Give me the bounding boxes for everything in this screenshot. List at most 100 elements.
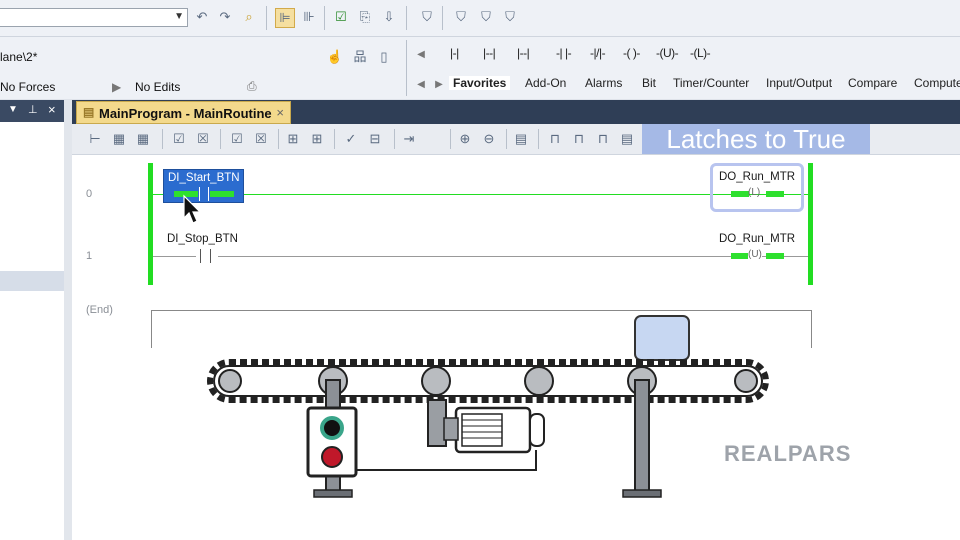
online-edit-icon[interactable]: ☑ xyxy=(332,8,350,26)
undo-icon[interactable]: ↶ xyxy=(193,8,211,26)
prev-bookmark-icon[interactable]: ⊓ xyxy=(594,130,612,148)
otu-instruction[interactable]: -(U)- xyxy=(656,46,679,60)
path-combo[interactable]: ▼ xyxy=(0,8,188,27)
test-icon[interactable]: ⊞ xyxy=(308,130,326,148)
palette-scroll-left-icon[interactable]: ◀ xyxy=(412,46,430,64)
chevron-right-icon[interactable]: ▶ xyxy=(112,80,121,94)
energized-indicator xyxy=(766,253,784,259)
tab-timer-counter[interactable]: Timer/Counter xyxy=(673,76,749,90)
support-foot xyxy=(313,489,353,498)
chevron-down-icon[interactable]: ▼ xyxy=(8,104,18,115)
brand-logo: REALPARS xyxy=(724,441,852,466)
toolbar-separator xyxy=(266,6,267,30)
redo-icon[interactable]: ↷ xyxy=(216,8,234,26)
shield-icon[interactable]: ⛉ xyxy=(418,8,436,26)
organizer-selected-row[interactable] xyxy=(0,271,64,291)
pointer-icon[interactable]: ☝ xyxy=(326,48,344,66)
roller xyxy=(218,369,242,393)
support-foot xyxy=(622,489,662,498)
network-icon[interactable]: 品 xyxy=(351,48,369,66)
motor-endcap xyxy=(529,413,545,447)
finalize-icon[interactable]: ⇥ xyxy=(400,130,418,148)
next-bookmark-icon[interactable]: ⊓ xyxy=(570,130,588,148)
clear-bookmarks-icon[interactable]: ▤ xyxy=(618,130,636,148)
forces-status[interactable]: No Forces ▶ xyxy=(0,80,130,94)
chevron-down-icon[interactable]: ▼ xyxy=(174,11,184,22)
energized-indicator xyxy=(210,191,234,197)
add-rung-icon[interactable]: ⊢ xyxy=(86,130,104,148)
tab-compute[interactable]: Compute xyxy=(914,76,960,90)
untest-icon[interactable]: ⊟ xyxy=(366,130,384,148)
branch-level-instruction[interactable]: |--| xyxy=(483,46,496,60)
verify-controller-icon[interactable]: ⊪ xyxy=(300,8,318,26)
accept-edit-icon[interactable]: ⎘ xyxy=(356,8,374,26)
roller xyxy=(734,369,758,393)
motor-shaft xyxy=(443,417,459,441)
rung-1-output-tag[interactable]: DO_Run_MTR xyxy=(719,233,795,245)
rung-1-input-tag[interactable]: DI_Stop_BTN xyxy=(167,233,238,245)
toolbar-separator xyxy=(278,129,279,149)
rung-0-input-tag[interactable]: DI_Start_BTN xyxy=(168,172,240,184)
tab-bit[interactable]: Bit xyxy=(642,76,656,90)
edits-status[interactable]: No Edits ⎙ xyxy=(135,79,257,94)
tab-compare[interactable]: Compare xyxy=(848,76,897,90)
branch-rung-instruction[interactable]: |--| xyxy=(517,46,530,60)
security-icon[interactable]: ⛉ xyxy=(452,8,470,26)
bookmark-icon[interactable]: ⊓ xyxy=(546,130,564,148)
pane-splitter[interactable] xyxy=(64,100,72,540)
zoom-out-icon[interactable]: ⊖ xyxy=(480,130,498,148)
rung-0-output-tag[interactable]: DO_Run_MTR xyxy=(719,171,795,183)
properties-icon[interactable]: ▤ xyxy=(512,130,530,148)
cancel-edits-icon[interactable]: ☒ xyxy=(252,130,270,148)
start-button xyxy=(320,416,344,440)
accept-edits-icon[interactable]: ☑ xyxy=(228,130,246,148)
latch-coil[interactable]: (L) xyxy=(748,187,760,198)
tabs-scroll-right-icon[interactable]: ▶ xyxy=(430,76,448,94)
pin-icon[interactable]: ⊥ xyxy=(28,103,38,116)
unlock-icon[interactable]: ⛉ xyxy=(501,8,519,26)
tabs-scroll-left-icon[interactable]: ◀ xyxy=(412,76,430,94)
download-icon[interactable]: ⇩ xyxy=(380,8,398,26)
tab-main-routine[interactable]: ▤ MainProgram - MainRoutine × xyxy=(76,101,291,124)
lock-icon: ⎙ xyxy=(247,79,257,93)
xio-instruction[interactable]: -|/|- xyxy=(590,46,606,60)
motor-fins xyxy=(461,413,503,447)
lock-icon[interactable]: ⛉ xyxy=(477,8,495,26)
find-icon[interactable]: ⌕ xyxy=(240,8,258,26)
controller-organizer xyxy=(0,100,65,540)
verify-icon[interactable]: ✓ xyxy=(342,130,360,148)
toolbar-separator xyxy=(162,129,163,149)
assemble-icon[interactable]: ⊞ xyxy=(284,130,302,148)
contact-right-bar xyxy=(210,249,211,263)
toolbar-separator xyxy=(442,6,443,30)
forces-label: No Forces xyxy=(0,80,56,94)
accept-rung-icon[interactable]: ☑ xyxy=(170,130,188,148)
edit-rung-icon[interactable]: ▦ xyxy=(110,130,128,148)
io-icon[interactable]: ▯ xyxy=(375,48,393,66)
rung-1-input-instruction[interactable] xyxy=(196,249,218,263)
toolbar-separator xyxy=(538,129,539,149)
cancel-rung-icon[interactable]: ☒ xyxy=(194,130,212,148)
tab-favorites[interactable]: Favorites xyxy=(449,76,511,90)
toolbar-separator xyxy=(220,129,221,149)
package-box xyxy=(634,315,690,361)
branch-instruction[interactable]: |-| xyxy=(450,46,459,60)
close-icon[interactable]: × xyxy=(276,105,284,120)
zoom-in-icon[interactable]: ⊕ xyxy=(456,130,474,148)
otl-instruction[interactable]: -(L)- xyxy=(690,46,711,60)
left-power-rail xyxy=(148,163,153,285)
verify-routine-icon[interactable]: ⊫ xyxy=(275,8,295,28)
tab-add-on[interactable]: Add-On xyxy=(525,76,566,90)
tab-alarms[interactable]: Alarms xyxy=(585,76,622,90)
main-toolbar: ▼ ↶ ↷ ⌕ ⊫ ⊪ ☑ ⎘ ⇩ ⛉ ⛉ ⛉ ⛉ xyxy=(0,0,960,37)
contact-left-bar xyxy=(200,249,201,263)
tab-input-output[interactable]: Input/Output xyxy=(766,76,832,90)
close-icon[interactable]: × xyxy=(48,102,56,117)
xic-instruction[interactable]: -| |- xyxy=(556,46,572,60)
ote-instruction[interactable]: -( )- xyxy=(623,46,640,60)
comment-rung-icon[interactable]: ▦ xyxy=(134,130,152,148)
energized-indicator xyxy=(731,253,749,259)
organizer-header: ▼ ⊥ × xyxy=(0,100,64,122)
unlatch-coil[interactable]: (U) xyxy=(748,249,762,260)
right-power-rail xyxy=(808,163,813,285)
